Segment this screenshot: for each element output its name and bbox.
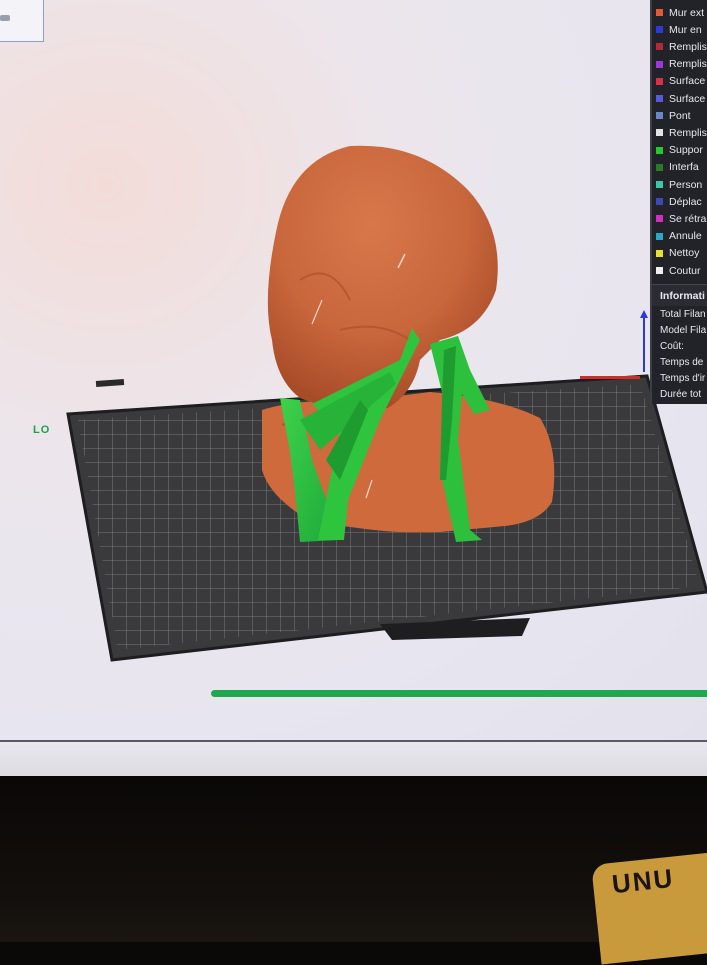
legend-item: Surface	[656, 90, 707, 107]
info-row: Durée tot	[660, 388, 702, 400]
legend-swatch	[656, 198, 663, 206]
legend-item: Mur ext	[656, 4, 707, 21]
legend-swatch	[656, 26, 663, 34]
3d-viewport[interactable]	[0, 0, 707, 740]
legend-label: Pont	[669, 109, 691, 122]
legend-label: Surface	[669, 75, 706, 88]
legend-label: Rempliss	[669, 40, 707, 53]
info-row: Model Fila	[660, 324, 707, 336]
legend-label: Mur en	[669, 23, 702, 36]
legend-item: Person	[656, 176, 707, 193]
legend-swatch	[656, 9, 663, 16]
legend-item: Coutur	[656, 262, 707, 279]
legend-item: Déplac	[656, 193, 707, 210]
legend-swatch	[656, 146, 663, 154]
info-title: Informati	[652, 284, 707, 306]
info-row: Temps d'ir	[660, 372, 706, 384]
legend-panel: Mur ext Mur en Rempliss Rempliss Surface Surf…	[650, 0, 707, 404]
slicing-progress-bar	[211, 690, 707, 697]
legend-label: Person	[669, 178, 703, 191]
legend-item: Rempliss	[656, 56, 707, 73]
info-row: Temps de	[660, 356, 704, 368]
legend-label: Déplac	[669, 195, 702, 208]
legend-label: Nettoy	[669, 247, 700, 260]
legend-item: Rempliss	[656, 124, 707, 141]
monitor-bezel	[0, 740, 707, 778]
info-row: Total Filan	[660, 308, 706, 320]
legend-item: Nettoy	[656, 245, 707, 262]
legend-swatch	[656, 267, 663, 274]
mug-text: UNU	[610, 862, 676, 900]
legend-item: Rempliss	[656, 38, 707, 55]
legend-item: Surface	[656, 73, 707, 90]
legend-item: Suppor	[656, 142, 707, 159]
legend-label: Mur ext	[669, 6, 705, 19]
legend-swatch	[656, 181, 663, 188]
legend-swatch	[656, 249, 663, 257]
legend-label: Suppor	[669, 144, 703, 157]
legend-swatch	[656, 95, 663, 102]
legend-label: Surface	[669, 92, 706, 105]
info-row: Coût:	[660, 340, 684, 352]
legend-label: Rempliss	[669, 126, 707, 139]
legend-item: Annule	[656, 228, 707, 245]
slicer-screen: LO Mur ext Mur en Rempliss Rempliss Surface S…	[0, 0, 707, 740]
legend-swatch	[656, 215, 663, 223]
legend-swatch	[656, 43, 663, 51]
legend-item: Mur en	[656, 21, 707, 38]
legend-item: Pont	[656, 107, 707, 124]
legend-label: Coutur	[669, 264, 701, 277]
legend-swatch	[656, 129, 663, 137]
legend-item: Se rétra	[656, 210, 707, 227]
axis-gizmo	[640, 310, 648, 372]
legend-swatch	[656, 163, 663, 171]
legend-swatch	[656, 60, 663, 68]
legend-label: Annule	[669, 230, 702, 243]
legend-swatch	[656, 112, 663, 120]
legend-label: Interfa	[669, 161, 699, 174]
legend-label: Rempliss	[669, 58, 707, 71]
legend-item: Interfa	[656, 159, 707, 176]
axis-label: LO	[33, 424, 51, 436]
legend-swatch	[656, 232, 663, 240]
legend-swatch	[656, 77, 663, 85]
legend-label: Se rétra	[669, 212, 707, 225]
